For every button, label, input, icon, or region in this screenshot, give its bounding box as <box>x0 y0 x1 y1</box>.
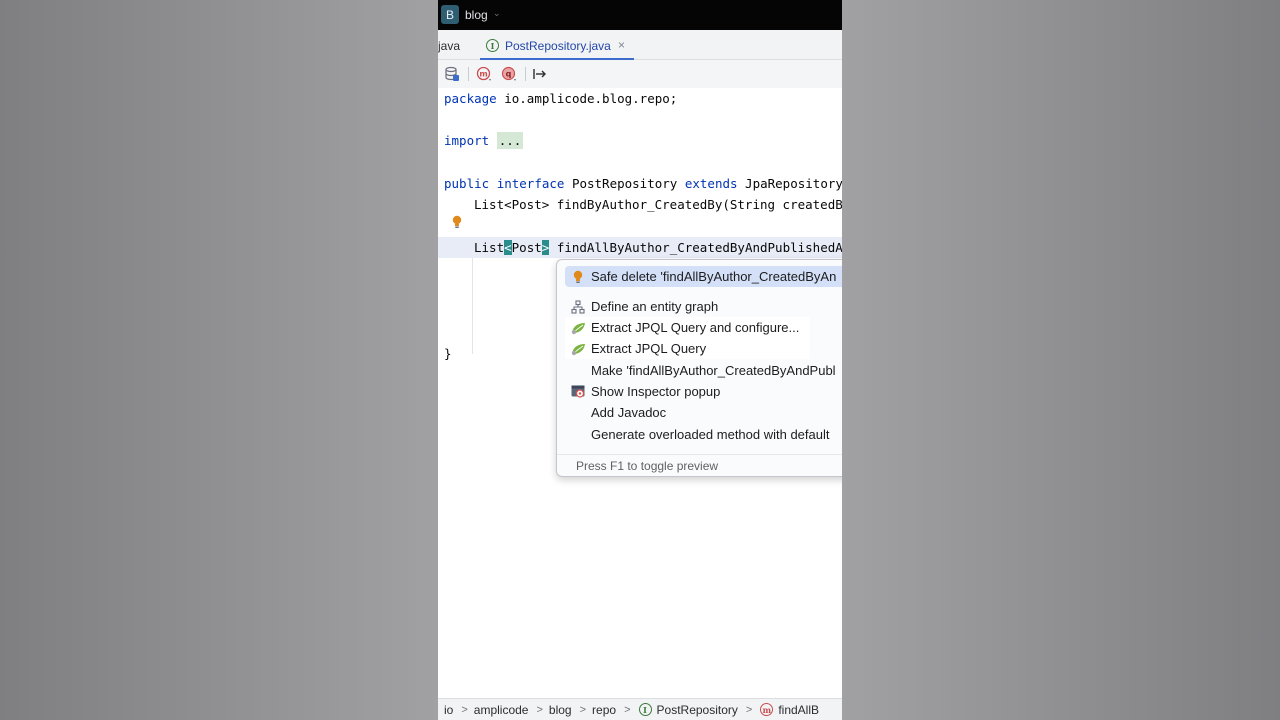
menu-item-entity-graph[interactable]: Define an entity graph <box>565 296 842 317</box>
menu-item-label: Define an entity graph <box>591 299 719 314</box>
menu-item-label: Extract JPQL Query <box>591 341 707 356</box>
toolbar-separator <box>468 67 469 81</box>
keyword: interface <box>496 176 565 191</box>
video-backdrop-left <box>0 0 438 720</box>
interface-name: PostRepository <box>564 176 685 191</box>
editor-tab-bar: java I PostRepository.java × <box>438 30 842 60</box>
breadcrumb-separator: > <box>536 703 543 716</box>
chevron-down-icon[interactable]: ⌄ <box>493 8 501 19</box>
toolbar-separator <box>525 67 526 81</box>
code-editor[interactable]: package io.amplicode.blog.repo; import .… <box>438 88 842 698</box>
menu-item-label: Extract JPQL Query and configure... <box>591 320 800 335</box>
keyword: package <box>444 91 497 106</box>
jpa-leaf-icon <box>570 341 586 357</box>
brace-match-open: < <box>504 240 512 255</box>
menu-item-label: Show Inspector popup <box>591 384 721 399</box>
menu-item-generate-overloaded[interactable]: Generate overloaded method with default <box>565 424 842 445</box>
method-icon: m <box>760 703 774 716</box>
breadcrumb: io > amplicode > blog > repo > I PostRep… <box>438 698 842 720</box>
title-bar: B blog ⌄ <box>438 0 842 30</box>
menu-item-extract-jpql[interactable]: Extract JPQL Query <box>565 338 810 359</box>
breadcrumb-separator: > <box>579 703 587 716</box>
project-badge[interactable]: B <box>441 5 459 24</box>
code-line-close: } <box>444 346 452 361</box>
code-line-import: import ... <box>444 130 524 151</box>
tab-previous[interactable]: java <box>438 39 460 53</box>
type-post: Post <box>511 240 542 255</box>
breadcrumb-item[interactable]: io <box>444 703 453 717</box>
tab-label: PostRepository.java <box>505 39 611 53</box>
breadcrumb-item[interactable]: amplicode <box>474 703 529 717</box>
folded-imports[interactable]: ... <box>496 132 524 149</box>
supertype: JpaRepository <box>737 176 842 191</box>
editor-toolbar: m q <box>438 60 842 88</box>
menu-item-label: Make 'findAllByAuthor_CreatedByAndPubl <box>591 363 836 378</box>
interface-icon: I <box>486 39 499 52</box>
breadcrumb-separator: > <box>745 703 753 716</box>
svg-text:m: m <box>479 70 487 79</box>
tab-postrepository[interactable]: I PostRepository.java × <box>480 30 634 60</box>
interface-icon: I <box>638 703 652 716</box>
ide-window: B blog ⌄ java I PostRepository.java × m <box>438 0 842 720</box>
code-line-package: package io.amplicode.blog.repo; <box>444 88 677 109</box>
code-line-method2: List<Post> findAllByAuthor_CreatedByAndP… <box>474 237 842 258</box>
jump-to-icon[interactable] <box>532 66 548 82</box>
keyword: extends <box>684 176 738 191</box>
jpa-leaf-icon <box>570 320 586 336</box>
query-q-icon[interactable]: q <box>501 66 517 82</box>
brace-match-close: > <box>541 240 550 255</box>
package-name: io.amplicode.blog.repo; <box>496 91 678 106</box>
inspector-icon <box>570 384 586 400</box>
breadcrumb-item[interactable]: repo <box>592 703 616 717</box>
close-icon[interactable]: × <box>618 38 625 52</box>
method-name: findAllByAuthor_CreatedByAndPublishedA <box>556 240 842 255</box>
keyword: import <box>444 133 490 148</box>
type-list: List <box>474 240 505 255</box>
svg-text:q: q <box>506 70 512 79</box>
menu-item-make-method[interactable]: Make 'findAllByAuthor_CreatedByAndPubl <box>565 360 842 381</box>
menu-item-add-javadoc[interactable]: Add Javadoc <box>565 402 842 423</box>
code-line-method1: List<Post> findByAuthor_CreatedBy(String… <box>474 197 842 212</box>
menu-item-label: Add Javadoc <box>591 405 667 420</box>
menu-item-safe-delete[interactable]: Safe delete 'findAllByAuthor_CreatedByAn <box>565 266 842 287</box>
menu-item-label: Generate overloaded method with default <box>591 427 830 442</box>
menu-item-extract-jpql-configure[interactable]: Extract JPQL Query and configure... <box>565 317 810 338</box>
breadcrumb-item[interactable]: findAllB <box>778 703 819 717</box>
popup-footer-hint: Press F1 to toggle preview <box>557 454 842 476</box>
project-name[interactable]: blog <box>465 8 488 22</box>
bulb-icon[interactable] <box>452 215 462 229</box>
breadcrumb-item[interactable]: blog <box>549 703 572 717</box>
breadcrumb-separator: > <box>461 703 468 716</box>
entity-graph-icon <box>570 299 586 315</box>
bulb-icon <box>570 269 586 285</box>
code-line-interface: public interface PostRepository extends … <box>444 173 842 194</box>
menu-item-inspector-popup[interactable]: Show Inspector popup <box>565 381 842 402</box>
database-icon[interactable] <box>444 66 460 82</box>
indent-guide <box>472 258 473 354</box>
intention-actions-popup: Safe delete 'findAllByAuthor_CreatedByAn… <box>556 259 842 477</box>
method-m-icon[interactable]: m <box>476 66 492 82</box>
video-backdrop-right <box>842 0 1280 720</box>
keyword: public <box>444 176 490 191</box>
breadcrumb-item[interactable]: PostRepository <box>657 703 738 717</box>
menu-item-label: Safe delete 'findAllByAuthor_CreatedByAn <box>591 269 837 284</box>
breadcrumb-separator: > <box>624 703 631 716</box>
